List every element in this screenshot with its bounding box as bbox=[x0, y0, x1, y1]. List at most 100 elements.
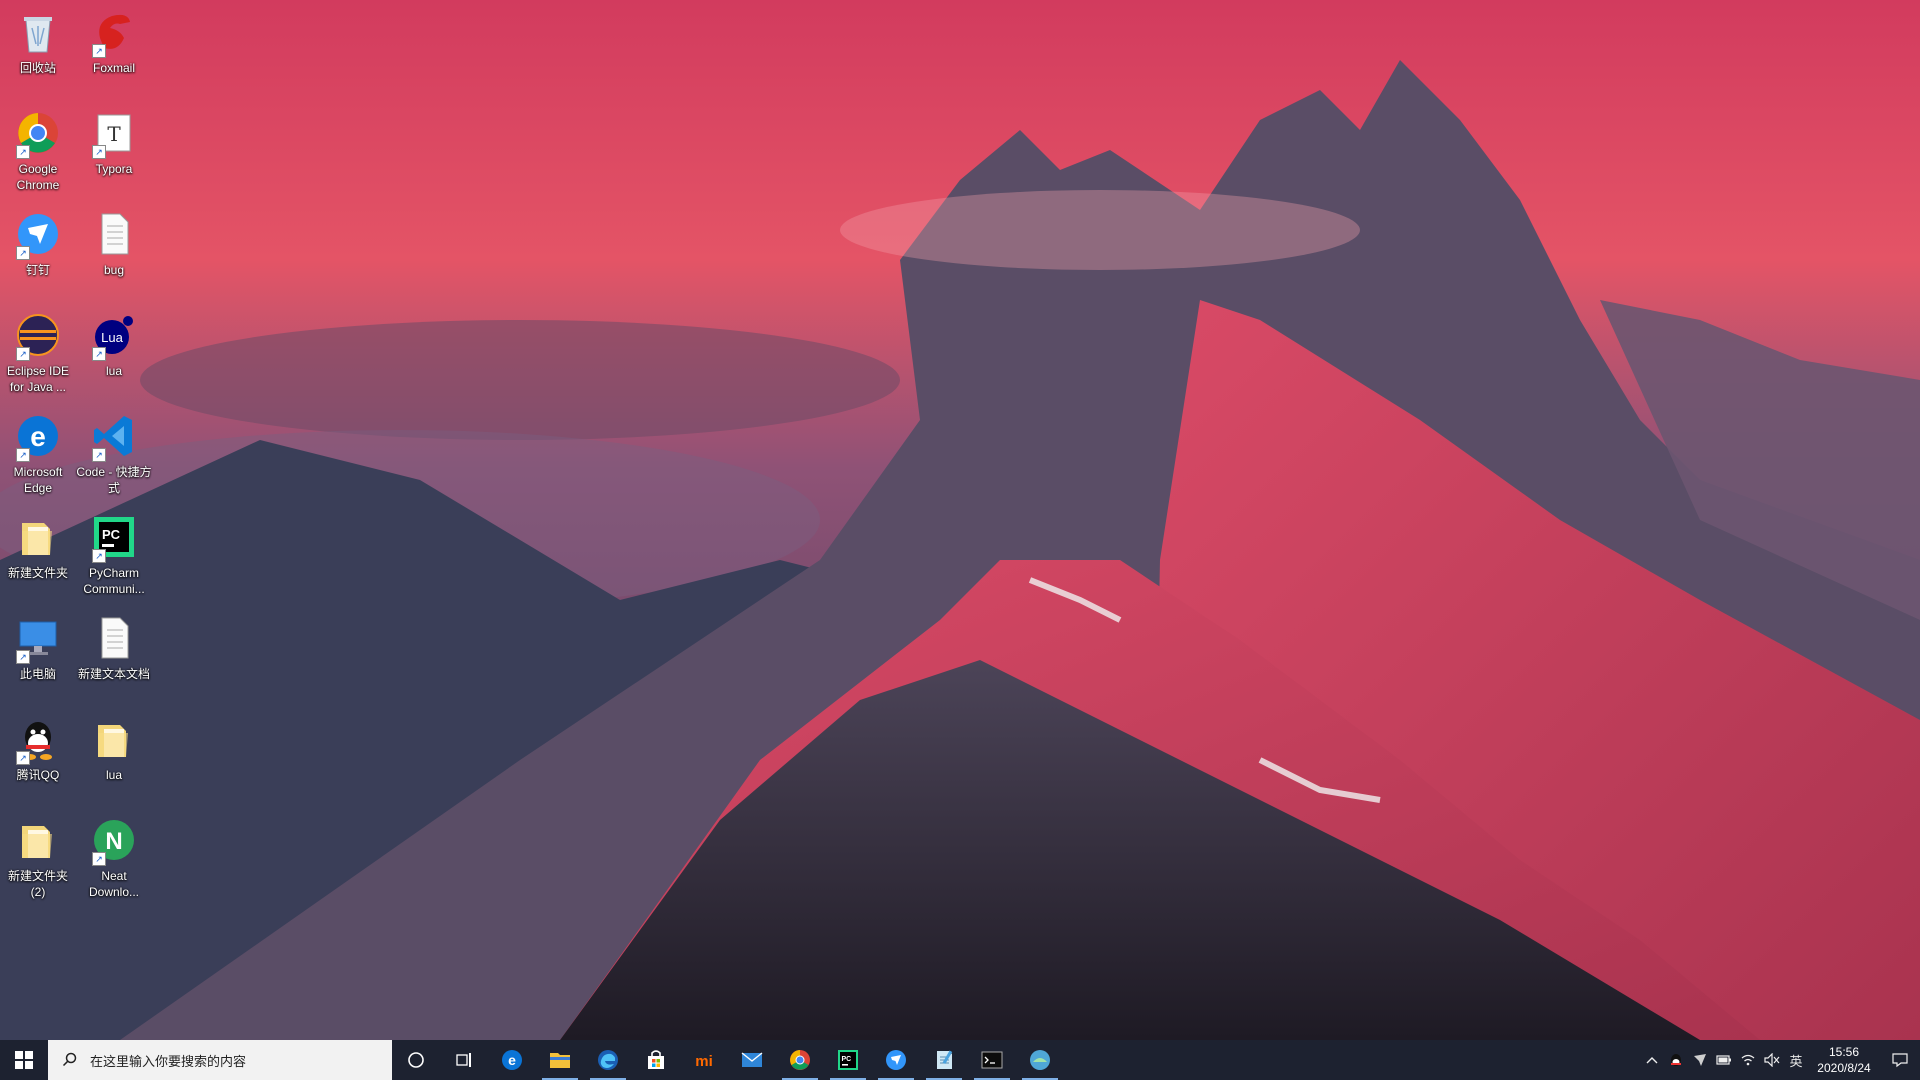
desktop-icon-label: 钉钉 bbox=[25, 263, 50, 277]
foxmail-icon: ↗ bbox=[90, 8, 138, 58]
action-center-button[interactable] bbox=[1880, 1040, 1920, 1080]
folder-icon bbox=[14, 816, 62, 864]
wallpaper-mountain-image bbox=[0, 0, 1920, 1040]
taskbar-button-notepad[interactable] bbox=[920, 1040, 968, 1080]
chrome-icon: ↗ bbox=[14, 109, 62, 159]
start-button[interactable] bbox=[0, 1040, 48, 1080]
svg-text:e: e bbox=[30, 421, 46, 452]
svg-text:PC: PC bbox=[842, 1056, 852, 1063]
dingtalk-icon: ↗ bbox=[14, 210, 62, 260]
cortana-icon bbox=[406, 1050, 426, 1070]
desktop-icon[interactable]: 新建文件夹 (2) bbox=[0, 810, 76, 906]
lua-icon: Lua ↗ bbox=[90, 311, 138, 361]
desktop-icon[interactable]: ↗ 腾讯QQ bbox=[0, 709, 76, 805]
edge-icon: e bbox=[500, 1048, 524, 1072]
svg-text:e: e bbox=[508, 1052, 516, 1068]
taskbar-button-chrome[interactable] bbox=[776, 1040, 824, 1080]
desktop-icon[interactable]: ↗ Code - 快捷方式 bbox=[76, 406, 152, 502]
search-icon bbox=[62, 1052, 77, 1067]
recycle-bin-icon bbox=[14, 8, 62, 56]
desktop-icon[interactable]: N ↗ Neat Downlo... bbox=[76, 810, 152, 906]
desktop-icon[interactable]: T ↗ Typora bbox=[76, 103, 152, 199]
edge-dev-icon bbox=[596, 1048, 620, 1072]
svg-text:PC: PC bbox=[102, 527, 121, 542]
pycharm-icon: PC ↗ bbox=[90, 513, 138, 563]
clock-date: 2020/8/24 bbox=[1817, 1061, 1871, 1075]
ime-indicator[interactable]: 英 bbox=[1784, 1040, 1808, 1080]
vscode-icon: ↗ bbox=[90, 412, 138, 462]
desktop-icon[interactable]: lua bbox=[76, 709, 152, 805]
eclipse-icon: ↗ bbox=[14, 311, 62, 361]
shortcut-arrow-icon: ↗ bbox=[92, 852, 106, 866]
desktop-icon[interactable]: Lua ↗ lua bbox=[76, 305, 152, 401]
taskbar-button-store[interactable] bbox=[632, 1040, 680, 1080]
taskbar-button-mi[interactable]: mi bbox=[680, 1040, 728, 1080]
taskbar-button-edge-dev[interactable] bbox=[584, 1040, 632, 1080]
desktop-icon-label: lua bbox=[105, 364, 122, 378]
desktop-icon[interactable]: 新建文件夹 bbox=[0, 507, 76, 603]
desktop-icon[interactable]: ↗ 钉钉 bbox=[0, 204, 76, 300]
windows-logo-icon bbox=[15, 1051, 33, 1069]
taskbar-button-mail[interactable] bbox=[728, 1040, 776, 1080]
desktop-icon[interactable]: 新建文本文档 bbox=[76, 608, 152, 704]
terminal-icon bbox=[980, 1048, 1004, 1072]
desktop-icon-label: Google Chrome bbox=[16, 162, 60, 192]
desktop-icon[interactable]: ↗ 此电脑 bbox=[0, 608, 76, 704]
store-icon bbox=[644, 1048, 668, 1072]
taskbar-button-cortana[interactable] bbox=[392, 1040, 440, 1080]
desktop-icon[interactable]: PC ↗ PyCharm Communi... bbox=[76, 507, 152, 603]
typora-icon: T ↗ bbox=[90, 109, 138, 159]
svg-text:mi: mi bbox=[695, 1053, 713, 1070]
desktop-icon-label: 回收站 bbox=[19, 61, 56, 75]
search-placeholder: 在这里输入你要搜索的内容 bbox=[90, 1053, 247, 1069]
taskbar-button-pycharm[interactable]: PC bbox=[824, 1040, 872, 1080]
desktop-icon-label: Microsoft Edge bbox=[13, 465, 63, 495]
clock[interactable]: 15:56 2020/8/24 bbox=[1808, 1040, 1880, 1080]
battery-icon[interactable] bbox=[1712, 1040, 1736, 1080]
desktop-icon-label: 新建文件夹 bbox=[7, 566, 68, 580]
desktop-icon[interactable]: ↗ Foxmail bbox=[76, 2, 152, 98]
desktop-icon-label: Foxmail bbox=[92, 61, 135, 75]
desktop-icon-label: Eclipse IDE for Java ... bbox=[6, 364, 70, 394]
shortcut-arrow-icon: ↗ bbox=[16, 448, 30, 462]
dingtalk-tray-icon[interactable] bbox=[1688, 1040, 1712, 1080]
shortcut-arrow-icon: ↗ bbox=[92, 448, 106, 462]
taskbar-button-terminal[interactable] bbox=[968, 1040, 1016, 1080]
desktop[interactable] bbox=[0, 0, 1920, 1040]
wifi-icon[interactable] bbox=[1736, 1040, 1760, 1080]
notification-icon bbox=[1892, 1053, 1908, 1068]
taskbar-button-edge[interactable]: e bbox=[488, 1040, 536, 1080]
show-hidden-icons-chevron-icon[interactable] bbox=[1640, 1040, 1664, 1080]
shortcut-arrow-icon: ↗ bbox=[16, 751, 30, 765]
taskbar: 在这里输入你要搜索的内容 e mi PC 英 15:56 2020/8/24 bbox=[0, 1040, 1920, 1080]
desktop-icon[interactable]: bug bbox=[76, 204, 152, 300]
desktop-icon-label: lua bbox=[105, 768, 122, 782]
task-view-icon bbox=[454, 1050, 474, 1070]
shortcut-arrow-icon: ↗ bbox=[92, 44, 106, 58]
qq-tray-icon[interactable] bbox=[1664, 1040, 1688, 1080]
system-tray: 英 15:56 2020/8/24 bbox=[1640, 1040, 1920, 1080]
shortcut-arrow-icon: ↗ bbox=[92, 549, 106, 563]
desktop-icon[interactable]: ↗ Google Chrome bbox=[0, 103, 76, 199]
mi-icon: mi bbox=[692, 1048, 716, 1072]
taskbar-button-task-view[interactable] bbox=[440, 1040, 488, 1080]
volume-muted-icon[interactable] bbox=[1760, 1040, 1784, 1080]
shortcut-arrow-icon: ↗ bbox=[92, 347, 106, 361]
mail-icon bbox=[740, 1048, 764, 1072]
taskbar-search-box[interactable]: 在这里输入你要搜索的内容 bbox=[48, 1040, 392, 1080]
desktop-icon[interactable]: 回收站 bbox=[0, 2, 76, 98]
desktop-icon[interactable]: e ↗ Microsoft Edge bbox=[0, 406, 76, 502]
desktop-icon[interactable]: ↗ Eclipse IDE for Java ... bbox=[0, 305, 76, 401]
edge-icon: e ↗ bbox=[14, 412, 62, 462]
neat-download-icon: N ↗ bbox=[90, 816, 138, 866]
taskbar-button-file-explorer[interactable] bbox=[536, 1040, 584, 1080]
qq-icon: ↗ bbox=[14, 715, 62, 765]
text-file-icon bbox=[90, 614, 138, 662]
taskbar-button-neat-download[interactable] bbox=[1016, 1040, 1064, 1080]
desktop-icon-label: 此电脑 bbox=[19, 667, 56, 681]
pycharm-icon: PC bbox=[836, 1048, 860, 1072]
taskbar-button-dingtalk[interactable] bbox=[872, 1040, 920, 1080]
folder-icon bbox=[90, 715, 138, 763]
dingtalk-icon bbox=[884, 1048, 908, 1072]
desktop-icon-label: PyCharm Communi... bbox=[83, 566, 145, 596]
